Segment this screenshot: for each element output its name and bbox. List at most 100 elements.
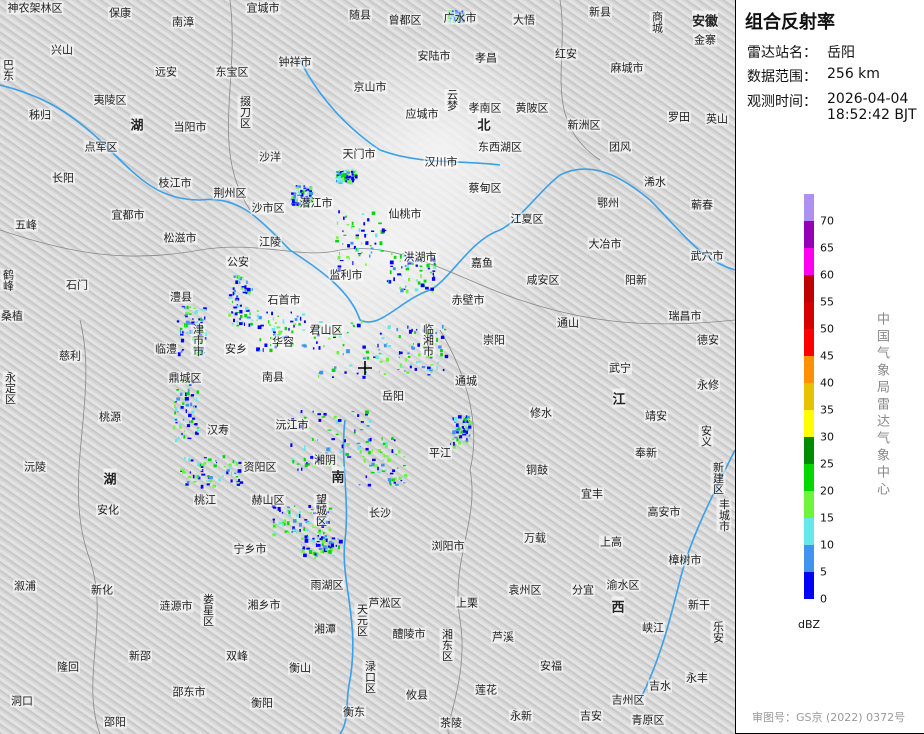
echo-pixel <box>462 420 465 424</box>
echo-pixel <box>175 422 178 424</box>
echo-pixel <box>452 430 456 435</box>
place-label: 神农架林区 <box>6 1 64 15</box>
echo-pixel <box>181 401 184 404</box>
legend-label: 40 <box>820 376 834 390</box>
echo-pixel <box>182 418 185 421</box>
echo-pixel <box>250 322 253 326</box>
echo-pixel <box>336 174 340 176</box>
echo-pixel <box>304 519 308 521</box>
echo-pixel <box>361 251 363 253</box>
echo-pixel <box>401 266 403 269</box>
province-label: 湖 <box>103 468 117 488</box>
echo-pixel <box>183 430 185 433</box>
echo-pixel <box>339 176 341 179</box>
echo-pixel <box>468 434 471 437</box>
place-label: 娄星区 <box>200 593 216 627</box>
place-label: 袁州区 <box>507 583 543 597</box>
place-label: 衡阳 <box>250 696 274 710</box>
place-label: 临澧 <box>154 342 178 356</box>
echo-pixel <box>325 548 328 551</box>
place-label: 修水 <box>529 406 553 420</box>
place-label: 兴山 <box>50 43 74 57</box>
echo-pixel <box>382 442 386 445</box>
echo-pixel <box>293 192 297 195</box>
echo-pixel <box>405 358 408 362</box>
echo-pixel <box>335 433 339 436</box>
echo-pixel <box>374 464 378 467</box>
echo-pixel <box>328 507 333 510</box>
echo-pixel <box>230 471 232 476</box>
place-label: 安福 <box>539 659 563 673</box>
echo-pixel <box>363 458 366 463</box>
place-label: 桑植 <box>0 309 24 323</box>
province-label: 西 <box>611 596 625 616</box>
legend-swatch <box>804 491 814 518</box>
place-label: 青原区 <box>630 713 666 727</box>
place-label: 渝水区 <box>605 578 641 592</box>
echo-pixel <box>437 361 440 364</box>
place-label: 武宁 <box>608 361 632 375</box>
echo-pixel <box>403 476 407 479</box>
echo-pixel <box>177 352 181 357</box>
place-label: 阳新 <box>624 273 648 287</box>
echo-pixel <box>203 457 207 459</box>
place-label: 浏阳市 <box>430 539 466 553</box>
echo-pixel <box>331 438 335 441</box>
echo-pixel <box>427 374 431 376</box>
echo-pixel <box>338 251 340 256</box>
echo-pixel <box>362 345 366 349</box>
echo-pixel <box>397 368 400 370</box>
echo-pixel <box>192 417 196 420</box>
echo-pixel <box>221 475 224 478</box>
place-label: 新干 <box>687 598 711 612</box>
echo-pixel <box>408 277 411 282</box>
echo-pixel <box>375 233 378 238</box>
echo-pixel <box>342 343 345 347</box>
place-label: 天元区 <box>354 603 370 637</box>
echo-pixel <box>397 273 402 276</box>
place-label: 慈利 <box>58 349 82 363</box>
echo-pixel <box>419 265 423 267</box>
echo-pixel <box>298 510 301 515</box>
echo-pixel <box>312 537 315 540</box>
echo-pixel <box>239 322 243 326</box>
echo-pixel <box>184 314 188 316</box>
place-label: 监利市 <box>328 268 364 282</box>
echo-pixel <box>440 335 445 339</box>
place-label: 南漳 <box>171 15 195 29</box>
echo-pixel <box>367 218 370 222</box>
echo-pixel <box>361 213 365 215</box>
place-label: 松滋市 <box>162 231 198 245</box>
echo-pixel <box>196 430 201 432</box>
echo-pixel <box>381 470 386 472</box>
echo-pixel <box>327 429 332 431</box>
echo-pixel <box>259 349 261 352</box>
echo-pixel <box>197 427 199 429</box>
place-label: 孝昌 <box>474 51 498 65</box>
echo-pixel <box>231 322 234 326</box>
place-label: 永丰 <box>685 671 709 685</box>
radar-map[interactable]: 神农架林区 保康 南漳 宜城市 随县 曾都区 广水市 大悟 新县 商城 金寨 兴山 钟祥市 安陆市 孝昌 红安… <box>0 0 735 734</box>
place-label: 衡山 <box>288 661 312 675</box>
echo-pixel <box>387 458 392 462</box>
echo-pixel <box>185 404 190 407</box>
echo-pixel <box>276 326 281 329</box>
echo-pixel <box>427 366 431 370</box>
legend-swatch <box>804 194 814 221</box>
echo-pixel <box>369 442 372 444</box>
echo-pixel <box>295 185 298 187</box>
echo-pixel <box>200 470 204 472</box>
echo-pixel <box>306 548 310 550</box>
station-value: 岳阳 <box>827 45 855 61</box>
echo-pixel <box>237 469 242 473</box>
echo-pixel <box>228 467 232 470</box>
echo-pixel <box>312 437 314 441</box>
place-label: 奉新 <box>634 446 658 460</box>
echo-pixel <box>337 419 342 422</box>
place-label: 蕲春 <box>690 198 714 212</box>
echo-pixel <box>233 318 235 323</box>
legend-swatch <box>804 248 814 275</box>
echo-pixel <box>365 350 369 354</box>
echo-pixel <box>454 421 457 423</box>
echo-pixel <box>251 288 253 291</box>
